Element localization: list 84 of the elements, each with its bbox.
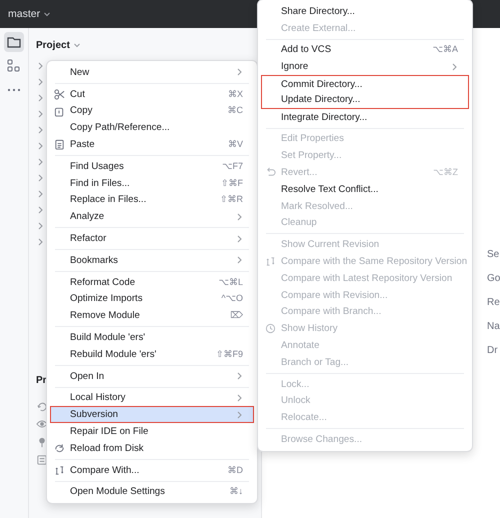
chevron-icon[interactable] [37,61,45,71]
hint-text: Na [487,320,500,334]
chevron-icon[interactable] [37,93,45,103]
circular-arrows-icon [54,442,65,454]
hint-text: Go [487,272,500,286]
circle-arrow-icon[interactable] [36,400,48,412]
panel-title: Pr [36,375,47,386]
shortcut: ⌥⌘Z [432,167,458,178]
menu-item[interactable]: Find Usages ⌥F7 [50,158,254,175]
chevron-icon[interactable] [37,173,45,183]
menu-item[interactable]: Rebuild Module 'ers' ⇧⌘F9 [50,346,254,363]
menu-item[interactable]: Integrate Directory... [261,108,469,126]
shortcut: ⌘X [226,88,243,100]
clock-icon [265,323,276,334]
menu-item[interactable]: Refactor [50,230,254,247]
menu-item[interactable]: Update Directory... [261,92,469,109]
chevron-icon[interactable] [37,109,45,119]
shortcut: ⌘↓ [228,486,243,498]
square-icon[interactable] [36,454,48,466]
menu-item[interactable]: Cut ⌘X [50,86,254,103]
menu-item[interactable]: Replace in Files... ⇧⌘R [50,192,254,208]
menu-item[interactable]: Copy ⌘C [50,102,254,120]
shortcut: ⌘D [226,464,243,476]
chevron-right-icon [236,256,243,264]
branches-icon [54,464,65,476]
menu-item[interactable]: Remove Module ⌦ [50,307,254,324]
menu-item[interactable]: Share Directory... [261,3,469,20]
document-icon [54,106,65,117]
panel-title[interactable]: Project [36,40,70,50]
shortcut: ⌥F7 [221,160,243,172]
menu-item[interactable]: Bookmarks [50,252,254,269]
chevron-icon[interactable] [37,157,45,167]
branches-icon [265,256,276,268]
shortcut: ⌦ [229,310,243,322]
menu-item[interactable]: Commit Directory... [261,75,469,92]
clipboard-icon [54,139,65,150]
menu-item[interactable]: Compare With... ⌘D [50,462,254,479]
caret-icon [72,41,81,49]
chevron-icon[interactable] [37,141,45,151]
shortcut: ⌘C [226,105,243,116]
menu-item[interactable]: Open Module Settings ⌘↓ [50,484,254,500]
chevron-right-icon [236,68,243,76]
scissors-icon [54,88,65,100]
caret-icon [43,10,52,18]
chevron-icon[interactable] [37,237,45,247]
shortcut: ⌥⌘L [218,276,243,288]
chevron-right-icon [236,212,243,221]
chevron-icon[interactable] [37,205,45,215]
shortcut: ⇧⌘F9 [214,348,243,360]
shortcut: ⇧⌘R [218,194,243,206]
shortcut: ⌥⌘A [432,44,458,56]
menu-item[interactable]: Open In [50,368,254,385]
menu-item[interactable]: Copy Path/Reference... [50,119,254,136]
menu-item[interactable]: Repair IDE on File [50,423,254,440]
hint-text: Se [487,248,500,262]
undo-arrow-icon [265,167,276,178]
menu-item[interactable]: Find in Files... ⇧⌘F [50,174,254,192]
hint-text: Re [487,296,500,310]
chevron-icon[interactable] [37,125,45,135]
chevron-right-icon [236,234,243,243]
menu-item[interactable]: Local History [50,390,254,406]
chevron-right-icon [451,62,458,71]
menu-item[interactable]: Build Module 'ers' [50,329,254,346]
chevron-icon[interactable] [37,189,45,199]
chevron-icon[interactable] [37,77,45,87]
shortcut: ⌘V [226,139,243,150]
folder-icon[interactable] [4,32,24,52]
menu-item[interactable]: Ignore [261,58,469,76]
menu-item[interactable]: Resolve Text Conflict... [261,180,469,198]
chevron-icon[interactable] [37,221,45,231]
branch-name[interactable]: master [8,8,40,20]
menu-item[interactable]: New [50,64,254,81]
menu-item[interactable]: Add to VCS ⌥⌘A [261,42,469,58]
menu-item[interactable]: Optimize Imports ^⌥O [50,290,254,308]
hint-text: Dr [487,344,499,358]
eye-icon[interactable] [36,418,48,430]
shortcut: ⇧⌘F [220,178,243,189]
menu-item[interactable]: Reload from Disk [50,440,254,457]
menu-item[interactable]: Subversion [50,406,254,424]
menu-item[interactable]: Reformat Code ⌥⌘L [50,274,254,291]
chevron-right-icon [236,372,243,380]
menu-item[interactable]: Paste ⌘V [50,136,254,153]
menu-item[interactable]: Analyze [50,208,254,226]
shortcut: ^⌥O [220,293,243,304]
